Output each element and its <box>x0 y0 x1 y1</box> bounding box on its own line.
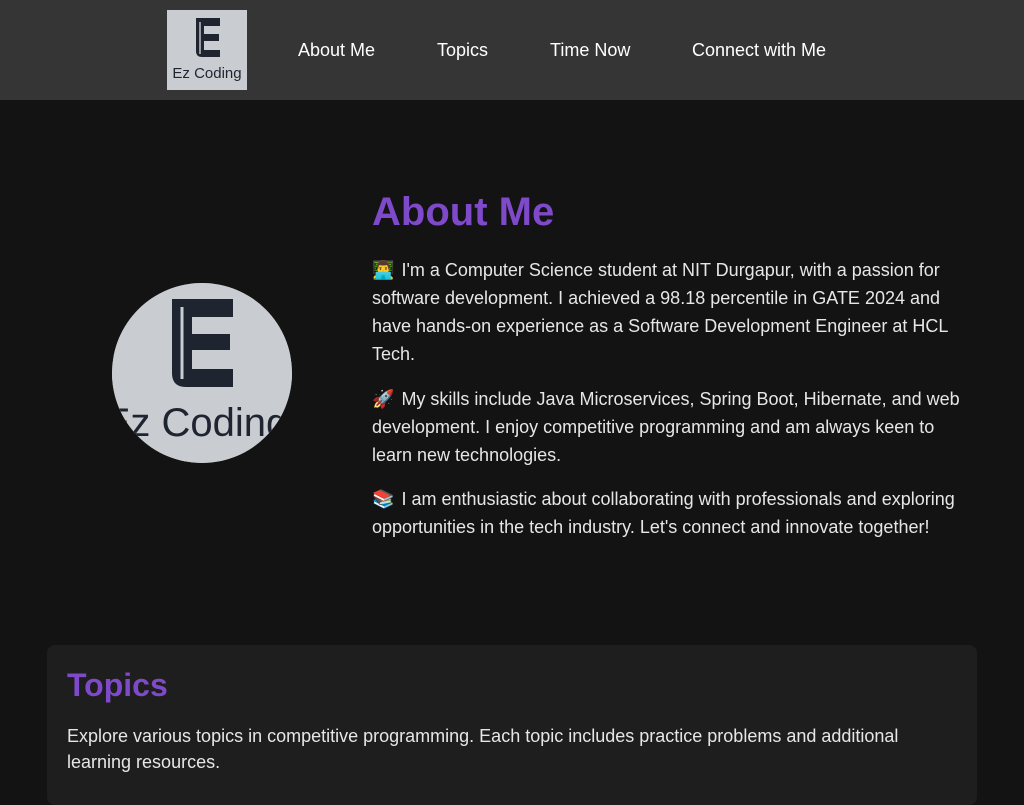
navbar: Ez Coding About Me Topics Time Now Conne… <box>0 0 1024 100</box>
books-emoji-icon: 📚 <box>372 489 395 509</box>
about-paragraph-text: I am enthusiastic about collaborating wi… <box>372 489 955 537</box>
nav-link-about-me[interactable]: About Me <box>298 39 375 61</box>
nav-link-topics[interactable]: Topics <box>437 39 488 61</box>
rocket-emoji-icon: 🚀 <box>372 389 395 409</box>
technologist-emoji-icon: 👨‍💻 <box>372 260 395 280</box>
topics-title: Topics <box>67 667 168 703</box>
about-paragraph-skills: 🚀 My skills include Java Microservices, … <box>372 385 962 469</box>
ez-coding-logo[interactable]: Ez Coding <box>167 10 247 90</box>
about-paragraph-text: My skills include Java Microservices, Sp… <box>372 389 960 465</box>
ez-coding-avatar-icon: Ez Coding <box>112 283 292 463</box>
avatar-wordmark: Ez Coding <box>112 401 288 445</box>
about-paragraph-collaboration: 📚 I am enthusiastic about collaborating … <box>372 485 962 541</box>
about-paragraph-education: 👨‍💻 I'm a Computer Science student at NI… <box>372 256 962 368</box>
topics-card: Topics Explore various topics in competi… <box>47 645 977 805</box>
logo-wordmark: Ez Coding <box>172 65 241 82</box>
nav-link-time-now[interactable]: Time Now <box>550 39 630 61</box>
nav-link-connect-with-me[interactable]: Connect with Me <box>692 39 826 61</box>
avatar: Ez Coding <box>112 283 292 463</box>
ez-coding-logo-icon: Ez Coding <box>167 10 247 90</box>
topics-description: Explore various topics in competitive pr… <box>67 726 899 772</box>
about-title: About Me <box>372 190 555 234</box>
about-paragraph-text: I'm a Computer Science student at NIT Du… <box>372 260 948 364</box>
